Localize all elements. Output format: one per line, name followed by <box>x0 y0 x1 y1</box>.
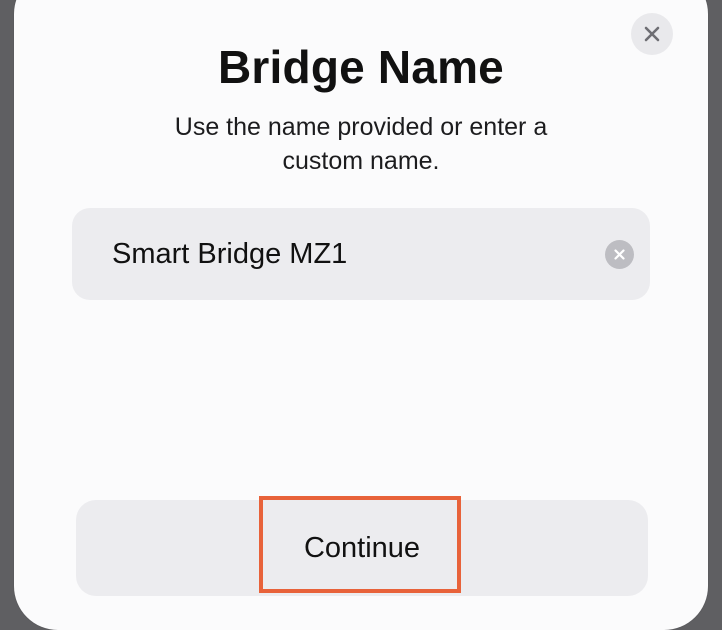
page-title: Bridge Name <box>218 41 504 93</box>
bridge-name-sheet: Bridge Name Use the name provided or ent… <box>14 0 708 630</box>
bridge-name-field[interactable] <box>72 208 650 300</box>
page-subtitle: Use the name provided or enter a custom … <box>174 113 548 175</box>
clear-circle-icon <box>614 249 625 260</box>
bridge-name-input[interactable] <box>112 208 582 300</box>
continue-button[interactable]: Continue <box>76 500 648 596</box>
clear-text-button[interactable] <box>605 240 634 269</box>
continue-label: Continue <box>303 531 421 564</box>
